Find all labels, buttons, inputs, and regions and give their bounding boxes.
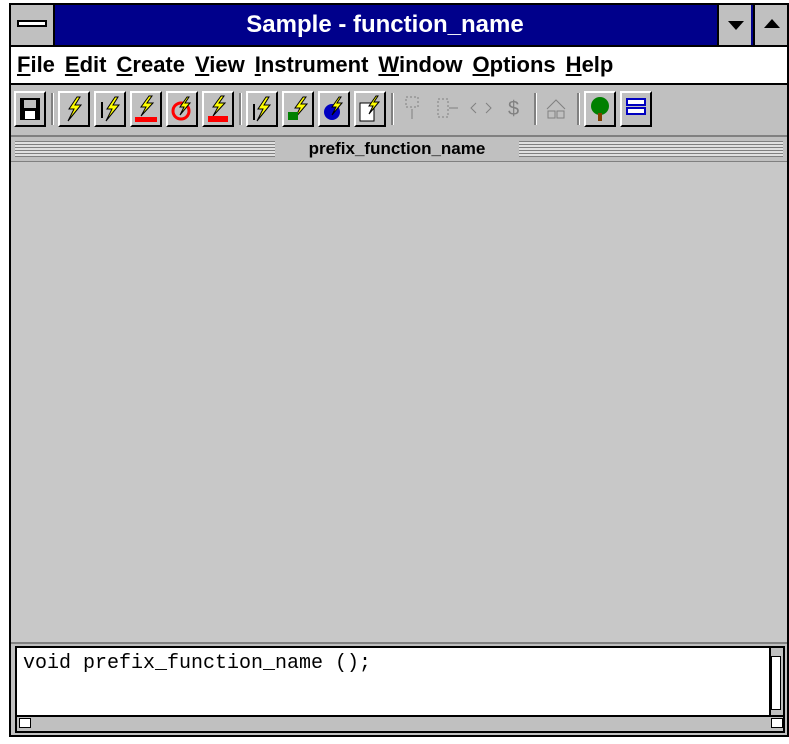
- function-button-7[interactable]: [282, 91, 314, 127]
- code-text: void prefix_function_name ();: [23, 652, 372, 675]
- function-button-8[interactable]: [318, 91, 350, 127]
- maximize-button[interactable]: [753, 5, 787, 45]
- lightning-circle-icon: [171, 96, 192, 121]
- menu-edit[interactable]: Edit: [59, 47, 111, 83]
- title-bar[interactable]: Sample - function_name: [11, 5, 787, 47]
- menu-bar: File Edit Create View Instrument Window Option…: [11, 47, 787, 85]
- diagram-canvas[interactable]: [11, 162, 787, 644]
- menu-view[interactable]: View: [189, 47, 249, 83]
- triangle-down-icon: [728, 21, 744, 30]
- lightning-up-icon: [253, 96, 272, 122]
- vertical-scroll-thumb[interactable]: [771, 656, 781, 710]
- horizontal-scrollbar[interactable]: [17, 715, 783, 731]
- function-button-4[interactable]: [166, 91, 198, 127]
- toolbar: $: [11, 85, 787, 137]
- stack-button[interactable]: [620, 91, 652, 127]
- menu-options[interactable]: Options: [467, 47, 560, 83]
- disabled-button-2[interactable]: [432, 91, 464, 127]
- function-button-1[interactable]: [58, 91, 90, 127]
- disabled-node-icon: [405, 96, 419, 119]
- save-button[interactable]: [14, 91, 46, 127]
- lightning-document-icon: [359, 95, 381, 122]
- code-panel[interactable]: void prefix_function_name ();: [15, 646, 785, 733]
- toolbar-separator: [51, 93, 54, 125]
- window-title: Sample - function_name: [246, 11, 524, 38]
- save-icon: [20, 98, 40, 120]
- canvas-title: prefix_function_name: [275, 139, 519, 159]
- menu-instrument[interactable]: Instrument: [249, 47, 373, 83]
- toolbar-separator: [534, 93, 537, 125]
- disabled-link-icon: [437, 98, 458, 118]
- disabled-button-5[interactable]: [541, 91, 573, 127]
- lightning-globe-icon: [324, 96, 344, 120]
- system-menu-icon: [17, 20, 47, 27]
- lightning-numbers-icon: [208, 95, 228, 122]
- lightning-binary-icon: [135, 95, 157, 122]
- vertical-scrollbar[interactable]: [769, 648, 783, 717]
- disabled-button-3[interactable]: [466, 91, 498, 127]
- svg-text:$: $: [508, 98, 519, 120]
- lightning-arrows-icon: [101, 96, 121, 122]
- menu-window[interactable]: Window: [372, 47, 466, 83]
- stack-icon: [626, 98, 646, 115]
- horizontal-scroll-thumb[interactable]: [19, 718, 31, 728]
- system-menu-button[interactable]: [11, 5, 55, 45]
- function-button-5[interactable]: [202, 91, 234, 127]
- disabled-split-icon: [546, 99, 566, 119]
- tree-button[interactable]: [584, 91, 616, 127]
- disabled-dollar-icon: $: [508, 98, 519, 120]
- function-button-3[interactable]: [130, 91, 162, 127]
- toolbar-separator: [391, 93, 394, 125]
- minimize-button[interactable]: [717, 5, 751, 45]
- main-window: Sample - function_name File Edit Create Vie…: [9, 3, 789, 737]
- disabled-button-4[interactable]: $: [500, 91, 532, 127]
- menu-help[interactable]: Help: [560, 47, 618, 83]
- function-button-2[interactable]: [94, 91, 126, 127]
- tree-icon: [591, 97, 609, 121]
- canvas-header: prefix_function_name: [11, 137, 787, 162]
- function-button-6[interactable]: [246, 91, 278, 127]
- menu-file[interactable]: File: [11, 47, 59, 83]
- horizontal-scroll-end[interactable]: [771, 718, 783, 728]
- disabled-button-1[interactable]: [398, 91, 430, 127]
- disabled-compare-icon: [470, 102, 492, 114]
- toolbar-separator: [577, 93, 580, 125]
- lightning-icon: [67, 96, 83, 122]
- function-button-9[interactable]: [354, 91, 386, 127]
- toolbar-separator: [239, 93, 242, 125]
- menu-create[interactable]: Create: [111, 47, 189, 83]
- lightning-swap-icon: [288, 96, 309, 120]
- triangle-up-icon: [764, 19, 780, 28]
